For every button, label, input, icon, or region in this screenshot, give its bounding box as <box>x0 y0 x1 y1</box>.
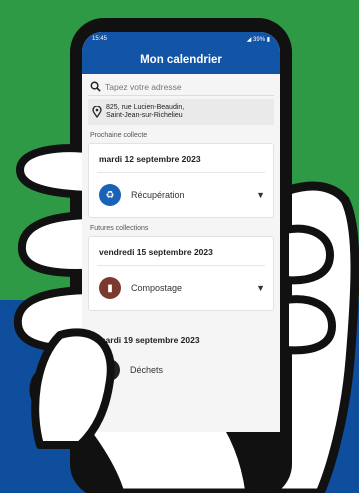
collection-date: mardi 12 septembre 2023 <box>99 154 201 164</box>
chevron-down-icon[interactable]: ▼ <box>256 283 265 293</box>
compost-bin-icon: ▮ <box>99 277 121 299</box>
status-bar: 15:45 ◢ 39% ▮ <box>82 32 280 46</box>
collection-row-compostage[interactable]: ▮ Compostage ▼ <box>89 266 273 310</box>
next-collection-label: Prochaine collecte <box>90 132 148 139</box>
collection-row-recuperation[interactable]: ♻ Récupération ▼ <box>89 173 273 217</box>
address-field[interactable]: 825, rue Lucien-Beaudin, Saint-Jean-sur-… <box>88 99 274 125</box>
collection-type: Déchets <box>130 365 164 375</box>
recycle-icon: ♻ <box>99 184 121 206</box>
future-collections-label: Futures collections <box>90 225 149 232</box>
future-collection-card: vendredi 15 septembre 2023 ▮ Compostage … <box>88 236 274 311</box>
status-time: 15:45 <box>92 36 108 42</box>
collection-row-dechets[interactable]: ▮ Déchets <box>88 353 274 387</box>
collection-type: Compostage <box>131 283 183 293</box>
phone-screen: 15:45 ◢ 39% ▮ Mon calendrier Tapez votre… <box>82 32 280 432</box>
future-collection-card: mardi 19 septembre 2023 ▮ Déchets <box>88 325 274 387</box>
search-icon <box>90 81 101 92</box>
search-input[interactable]: Tapez votre adresse <box>88 78 274 96</box>
collection-date: mardi 19 septembre 2023 <box>98 335 200 345</box>
address-line-1: 825, rue Lucien-Beaudin, <box>106 103 185 111</box>
status-battery: ◢ 39% ▮ <box>246 36 270 43</box>
trash-icon: ▮ <box>98 359 120 381</box>
collection-date: vendredi 15 septembre 2023 <box>99 247 213 257</box>
search-placeholder: Tapez votre adresse <box>105 81 182 92</box>
collection-type: Récupération <box>131 190 185 200</box>
app-bar: Mon calendrier <box>82 46 280 74</box>
address-line-2: Saint-Jean-sur-Richelieu <box>106 112 183 119</box>
location-pin-icon <box>92 106 102 118</box>
page-title: Mon calendrier <box>140 54 222 66</box>
next-collection-card: mardi 12 septembre 2023 ♻ Récupération ▼ <box>88 143 274 218</box>
chevron-down-icon[interactable]: ▼ <box>256 190 265 200</box>
